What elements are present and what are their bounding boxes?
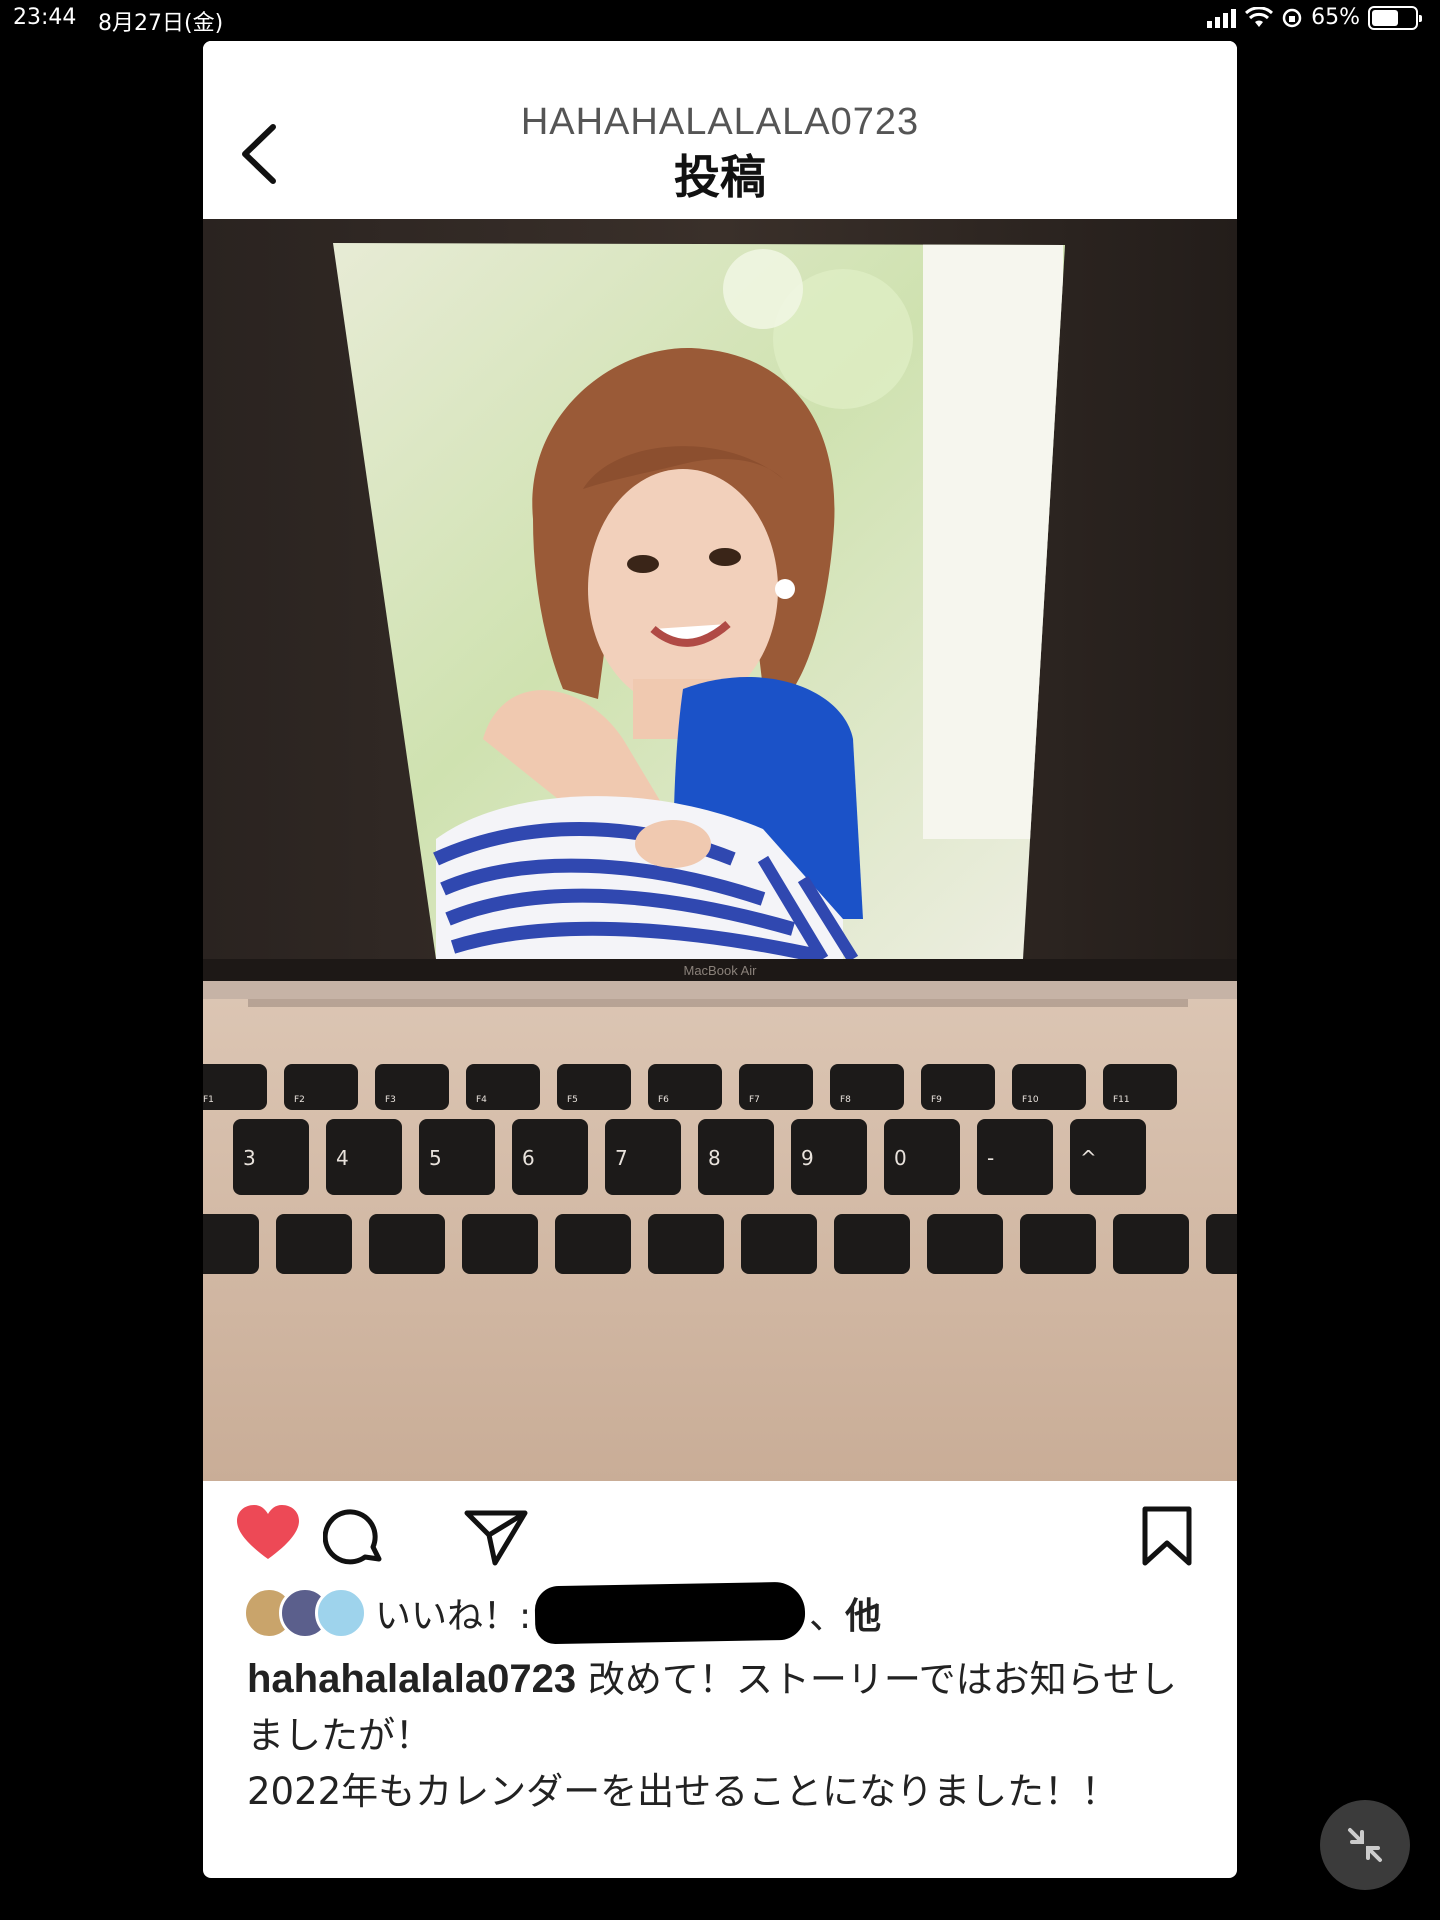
keyboard-key-label: 8 bbox=[708, 1146, 721, 1170]
keyboard-key-label: F8 bbox=[840, 1095, 851, 1105]
bookmark-icon bbox=[1142, 1506, 1192, 1566]
keyboard-key-label: 4 bbox=[336, 1146, 349, 1170]
post-header: HAHAHALALALA0723 投稿 bbox=[203, 41, 1237, 219]
likes-suffix: 、他 bbox=[809, 1587, 881, 1639]
battery-percent: 65% bbox=[1311, 5, 1360, 30]
keyboard-key-label: 7 bbox=[615, 1146, 628, 1170]
keyboard-key-label: 5 bbox=[429, 1146, 442, 1170]
keyboard-key-label: F1 bbox=[203, 1095, 214, 1105]
collapse-arrows-icon bbox=[1348, 1828, 1382, 1862]
keyboard-key bbox=[741, 1214, 817, 1274]
keyboard-key bbox=[203, 1214, 259, 1274]
keyboard-key bbox=[648, 1214, 724, 1274]
status-indicators: 65% bbox=[1207, 5, 1422, 30]
keyboard-key bbox=[369, 1214, 445, 1274]
save-button[interactable] bbox=[1139, 1505, 1195, 1571]
share-button[interactable] bbox=[463, 1507, 529, 1571]
likes-separator: 、 bbox=[809, 1596, 846, 1637]
likes-prefix: いいね！: bbox=[375, 1596, 532, 1637]
like-button[interactable] bbox=[233, 1503, 303, 1567]
post-actions bbox=[203, 1481, 1237, 1577]
post-image[interactable]: MacBook Air F1 F2 F3 F4 F5 F6 F7 F8 F9 F10 F11 3 4 5 6… bbox=[203, 219, 1237, 1481]
keyboard-key-label: 0 bbox=[894, 1146, 907, 1170]
keyboard-key bbox=[1020, 1214, 1096, 1274]
caption-username[interactable]: hahahalalala0723 bbox=[247, 1657, 576, 1701]
caption-line2: 2022年もカレンダーを出せることになりました！！ bbox=[247, 1770, 1119, 1813]
keyboard-key-label: F2 bbox=[294, 1095, 305, 1105]
comment-icon bbox=[322, 1509, 382, 1565]
status-date: 8月27日(金) bbox=[98, 11, 224, 36]
keyboard-key-label: ^ bbox=[1080, 1146, 1097, 1170]
keyboard-key-label: 9 bbox=[801, 1146, 814, 1170]
laptop-label: MacBook Air bbox=[684, 963, 758, 978]
header-username: HAHAHALALALA0723 bbox=[520, 101, 920, 143]
keyboard-key-label: - bbox=[987, 1146, 994, 1170]
page-title: 投稿 bbox=[674, 150, 766, 204]
keyboard-key-label: F7 bbox=[749, 1095, 760, 1105]
keyboard-key-label: 6 bbox=[522, 1146, 535, 1170]
signal-icon bbox=[1207, 8, 1237, 28]
keyboard-key-label: F10 bbox=[1022, 1095, 1039, 1105]
keyboard-key bbox=[462, 1214, 538, 1274]
keyboard-key-label: F3 bbox=[385, 1095, 396, 1105]
liker-avatars bbox=[243, 1587, 367, 1639]
likes-row[interactable]: いいね！: 、他 bbox=[243, 1581, 881, 1645]
rotation-lock-icon bbox=[1281, 7, 1303, 29]
keyboard-key bbox=[276, 1214, 352, 1274]
redacted-name bbox=[534, 1581, 806, 1645]
status-time: 23:44 bbox=[13, 5, 77, 30]
wifi-icon bbox=[1245, 6, 1274, 29]
keyboard-key-label: F4 bbox=[476, 1095, 487, 1105]
status-bar: 23:44 8月27日(金) 65% bbox=[0, 0, 1440, 38]
post-photo: MacBook Air F1 F2 F3 F4 F5 F6 F7 F8 F9 F10 F11 3 4 5 6… bbox=[203, 219, 1237, 1481]
comment-button[interactable] bbox=[322, 1505, 387, 1573]
keyboard-key-label: 3 bbox=[243, 1146, 256, 1170]
post-caption: hahahalalala0723 改めて！ストーリーではお知らせしましたが！ 2… bbox=[247, 1651, 1187, 1820]
keyboard-key-label: F11 bbox=[1113, 1095, 1130, 1105]
heart-icon bbox=[237, 1505, 299, 1559]
post-card: HAHAHALALALA0723 投稿 MacBook Air F1 F2 F3… bbox=[203, 41, 1237, 1878]
send-icon bbox=[464, 1510, 528, 1566]
keyboard-key-label: F9 bbox=[931, 1095, 942, 1105]
keyboard-key bbox=[555, 1214, 631, 1274]
keyboard-key-label: F5 bbox=[567, 1095, 578, 1105]
keyboard-key bbox=[1113, 1214, 1189, 1274]
collapse-button[interactable] bbox=[1320, 1800, 1410, 1890]
keyboard-key bbox=[1206, 1214, 1237, 1274]
keyboard-key-label: F6 bbox=[658, 1095, 669, 1105]
battery-icon bbox=[1368, 5, 1422, 30]
avatar bbox=[315, 1587, 367, 1639]
keyboard-key bbox=[927, 1214, 1003, 1274]
likes-others[interactable]: 他 bbox=[845, 1596, 881, 1637]
keyboard-key bbox=[834, 1214, 910, 1274]
